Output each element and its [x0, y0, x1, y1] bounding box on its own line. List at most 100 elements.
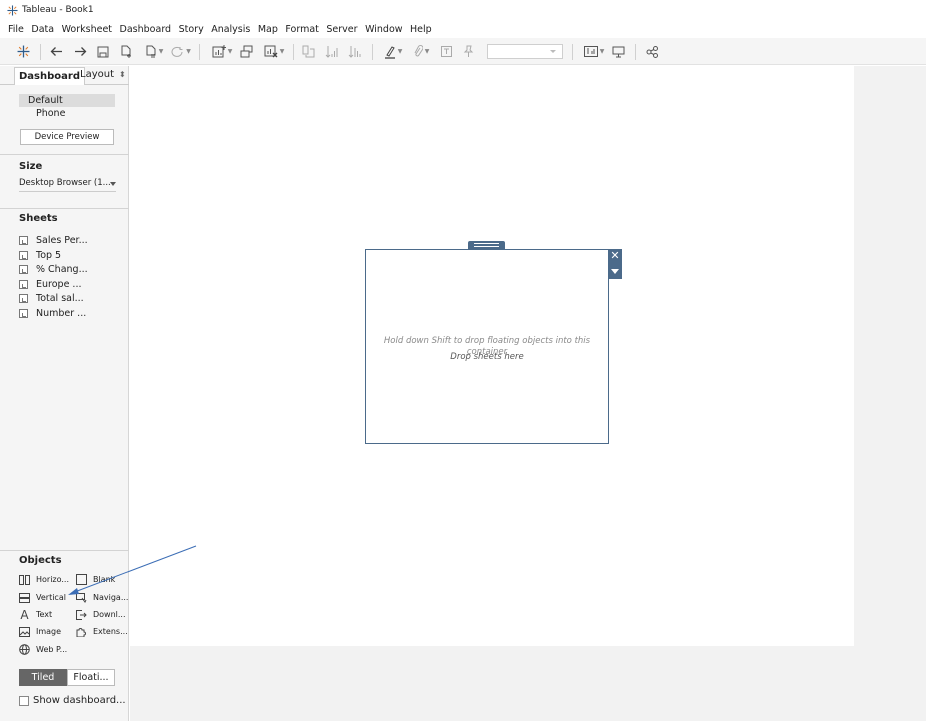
- object-download[interactable]: Downl...: [76, 608, 126, 621]
- download-icon: [76, 609, 87, 620]
- tab-scroll-icon[interactable]: ⬍: [119, 70, 126, 79]
- object-label: Downl...: [93, 610, 126, 619]
- menu-worksheet[interactable]: Worksheet: [62, 24, 112, 35]
- sheet-label: % Chang...: [36, 264, 88, 275]
- group-icon[interactable]: ▼: [409, 42, 433, 61]
- device-preview-button[interactable]: Device Preview: [20, 129, 114, 145]
- objects-section-title: Objects: [19, 555, 62, 566]
- menu-dashboard[interactable]: Dashboard: [120, 24, 172, 35]
- menu-analysis[interactable]: Analysis: [211, 24, 250, 35]
- chevron-down-icon: ▼: [424, 48, 430, 55]
- menu-data[interactable]: Data: [31, 24, 54, 35]
- section-divider: [0, 208, 129, 209]
- chevron-down-icon: ▼: [599, 48, 605, 55]
- show-cards-icon[interactable]: ▼: [581, 42, 607, 61]
- fit-dropdown[interactable]: [487, 44, 563, 59]
- image-icon: [19, 626, 30, 637]
- menu-help[interactable]: Help: [410, 24, 432, 35]
- menu-server[interactable]: Server: [326, 24, 357, 35]
- worksheet-icon: [19, 265, 28, 274]
- redo-icon[interactable]: [73, 42, 87, 61]
- tiled-button[interactable]: Tiled: [19, 669, 67, 686]
- tableau-logo-icon: [7, 4, 18, 16]
- sheet-item[interactable]: Total sal...: [19, 292, 84, 305]
- menu-window[interactable]: Window: [365, 24, 402, 35]
- size-dropdown[interactable]: Desktop Browser (1...: [19, 178, 116, 192]
- tableau-logo-icon[interactable]: [15, 42, 31, 61]
- horizontal-container-icon: [19, 574, 30, 585]
- tab-layout[interactable]: Layout: [80, 69, 114, 80]
- sheets-section-title: Sheets: [19, 213, 58, 224]
- object-label: Blank: [93, 575, 116, 584]
- worksheet-icon: [19, 280, 28, 289]
- drag-handle[interactable]: [468, 241, 505, 249]
- highlight-icon[interactable]: ▼: [381, 42, 405, 61]
- object-label: Naviga...: [93, 593, 129, 602]
- toolbar-separator: [293, 44, 294, 60]
- menu-file[interactable]: File: [8, 24, 24, 35]
- object-label: Extens...: [93, 627, 128, 636]
- share-icon[interactable]: [645, 42, 659, 61]
- sheet-item[interactable]: Top 5: [19, 249, 61, 262]
- clear-sheet-icon[interactable]: ▼: [260, 42, 288, 61]
- new-data-source-icon[interactable]: [119, 42, 133, 61]
- toolbar-separator: [40, 44, 41, 60]
- object-label: Web P...: [36, 645, 68, 654]
- save-icon[interactable]: [96, 42, 110, 61]
- text-icon: A: [20, 607, 29, 622]
- object-extension[interactable]: Extens...: [76, 625, 128, 638]
- sheet-label: Number ...: [36, 308, 87, 319]
- refresh-icon[interactable]: ▼: [169, 42, 193, 61]
- show-title-label: Show dashboard...: [33, 695, 126, 706]
- sheet-item[interactable]: Sales Per...: [19, 234, 88, 247]
- new-worksheet-icon[interactable]: ▼: [208, 42, 236, 61]
- object-text[interactable]: A Text: [19, 607, 53, 622]
- sheet-label: Top 5: [36, 250, 62, 261]
- tab-dashboard[interactable]: Dashboard: [14, 67, 85, 85]
- chevron-down-icon: ▼: [227, 48, 233, 55]
- worksheet-icon: [19, 251, 28, 260]
- presentation-icon[interactable]: [611, 42, 625, 61]
- window-title-bar: Tableau - Book1: [0, 0, 926, 20]
- worksheet-icon: [19, 294, 28, 303]
- label-icon[interactable]: [439, 42, 453, 61]
- object-vertical[interactable]: Vertical: [19, 591, 66, 604]
- chevron-down-icon[interactable]: [611, 269, 619, 274]
- show-dashboard-title-checkbox[interactable]: Show dashboard...: [19, 695, 126, 706]
- pin-icon[interactable]: [461, 42, 475, 61]
- object-blank[interactable]: Blank: [76, 573, 115, 586]
- toolbar-separator: [372, 44, 373, 60]
- dashboard-side-panel: Dashboard Layout ⬍ Default Phone Device …: [0, 66, 129, 721]
- object-label: Text: [36, 610, 53, 619]
- undo-icon[interactable]: [49, 42, 63, 61]
- sheet-item[interactable]: Number ...: [19, 307, 86, 320]
- object-web-page[interactable]: Web P...: [19, 643, 67, 656]
- object-label: Vertical: [36, 593, 66, 602]
- object-image[interactable]: Image: [19, 625, 61, 638]
- duplicate-icon[interactable]: [239, 42, 253, 61]
- menu-story[interactable]: Story: [179, 24, 204, 35]
- menu-format[interactable]: Format: [285, 24, 318, 35]
- sort-descending-icon[interactable]: [347, 42, 361, 61]
- device-default[interactable]: Default: [19, 94, 115, 107]
- panel-tabs: Dashboard Layout ⬍: [0, 66, 129, 85]
- floating-button[interactable]: Floati...: [67, 669, 115, 686]
- menu-map[interactable]: Map: [258, 24, 278, 35]
- sheet-label: Europe ...: [36, 279, 82, 290]
- close-icon[interactable]: ✕: [608, 249, 622, 263]
- object-horizontal[interactable]: Horizo...: [19, 573, 69, 586]
- size-section-title: Size: [19, 161, 43, 172]
- sheet-label: Total sal...: [36, 293, 84, 304]
- object-navigation[interactable]: Naviga...: [76, 591, 128, 604]
- pause-updates-icon[interactable]: ▼: [142, 42, 166, 61]
- section-divider: [0, 154, 129, 155]
- device-phone[interactable]: Phone: [36, 108, 65, 119]
- drop-sheets-label: Drop sheets here: [450, 352, 524, 362]
- sheet-item[interactable]: % Chang...: [19, 263, 88, 276]
- web-page-icon: [19, 644, 30, 655]
- chevron-down-icon: ▼: [279, 48, 285, 55]
- sheet-item[interactable]: Europe ...: [19, 278, 82, 291]
- swap-axes-icon[interactable]: [301, 42, 315, 61]
- sort-ascending-icon[interactable]: [324, 42, 338, 61]
- toolbar-separator: [572, 44, 573, 60]
